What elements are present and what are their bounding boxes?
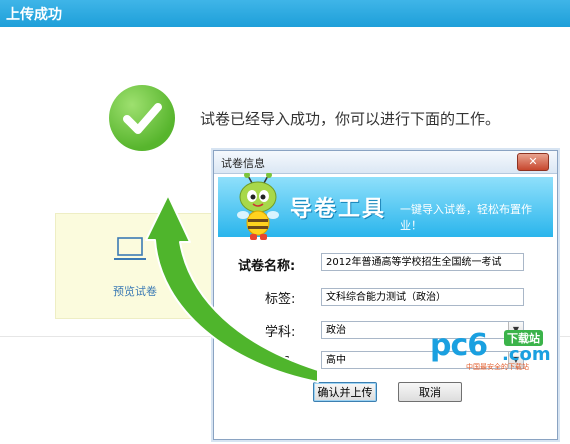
watermark-tagline: 中国最安全的下载站 <box>466 363 529 371</box>
watermark-logo: pc6 <box>430 328 488 363</box>
pc6-watermark: pc6 下载站 .com 中国最安全的下载站 <box>430 328 565 378</box>
